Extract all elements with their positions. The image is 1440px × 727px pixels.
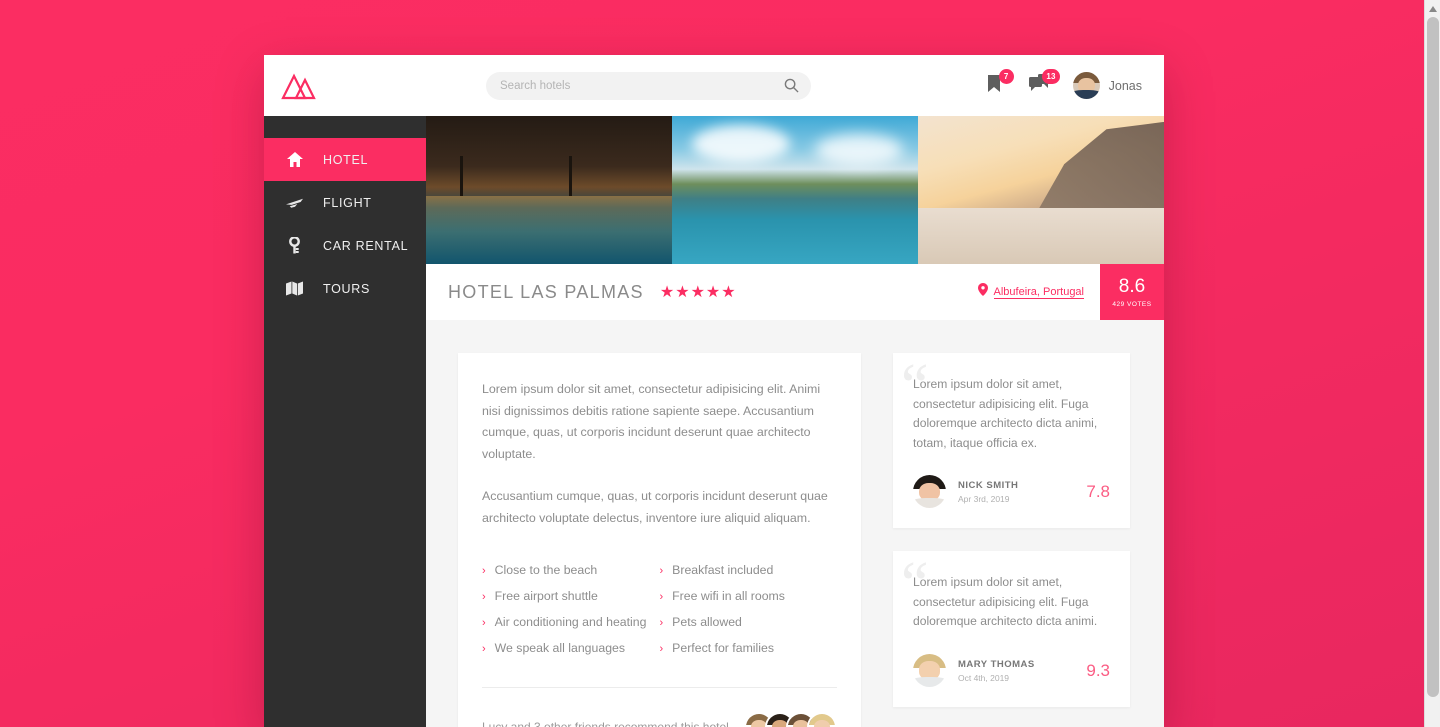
location-link[interactable]: Albufeira, Portugal (993, 286, 1084, 299)
feature-item: › Pets allowed (660, 609, 838, 635)
divider (482, 687, 837, 689)
content-grid: Lorem ipsum dolor sit amet, consectetur … (426, 320, 1164, 727)
sidebar-item-label: HOTEL (323, 152, 369, 167)
bookmark-badge: 7 (998, 68, 1014, 84)
score-votes: 429 VOTES (1112, 300, 1152, 308)
chevron-right-icon: › (482, 565, 486, 578)
review-author: NICK SMITH (958, 479, 1019, 491)
sidebar-item-label: TOURS (323, 281, 371, 296)
user-name: Jonas (1108, 78, 1142, 93)
messages-button[interactable]: 13 (1027, 68, 1060, 99)
description-column: Lorem ipsum dolor sit amet, consectetur … (458, 353, 861, 727)
home-icon (286, 152, 303, 167)
avatar (1072, 72, 1100, 99)
feature-item: › Perfect for families (660, 635, 838, 661)
review-footer: NICK SMITH Apr 3rd, 2019 7.8 (913, 475, 1110, 509)
review-meta: MARY THOMAS Oct 4th, 2019 (958, 659, 1035, 683)
review-footer: MARY THOMAS Oct 4th, 2019 9.3 (913, 654, 1110, 688)
scrollbar-thumb[interactable] (1427, 17, 1439, 697)
chevron-right-icon: › (659, 565, 664, 578)
chevron-right-icon: › (659, 617, 664, 630)
browser-scrollbar[interactable] (1424, 0, 1440, 727)
sidebar-item-label: FLIGHT (323, 195, 372, 210)
hotel-title-bar: HOTEL LAS PALMAS ★★★★★ Albufeira, Portug… (426, 264, 1164, 320)
review-author: MARY THOMAS (958, 658, 1035, 670)
search-icon[interactable] (784, 78, 799, 98)
sidebar-item-hotel[interactable]: HOTEL (264, 138, 426, 181)
feature-item: › Close to the beach (482, 557, 660, 583)
feature-item: › Breakfast included (660, 557, 838, 583)
search-area (426, 71, 981, 100)
messages-badge: 13 (1042, 68, 1060, 84)
review-text: Lorem ipsum dolor sit amet, consectetur … (913, 377, 1098, 450)
review-date: Apr 3rd, 2019 (958, 493, 1010, 504)
review-score: 7.8 (1086, 481, 1110, 501)
score-value: 8.6 (1118, 275, 1146, 297)
chevron-right-icon: › (482, 591, 486, 604)
feature-label: Pets allowed (672, 615, 742, 630)
avatar[interactable] (807, 712, 837, 727)
feature-label: Free airport shuttle (494, 589, 598, 604)
chevron-right-icon: › (659, 643, 664, 656)
friends-recommend-row: Lucy and 3 other friends recommend this … (482, 712, 837, 727)
map-icon (286, 281, 303, 296)
chevron-right-icon: › (482, 617, 486, 630)
key-icon (286, 237, 303, 254)
main-content: HOTEL LAS PALMAS ★★★★★ Albufeira, Portug… (426, 116, 1164, 727)
avatar (913, 475, 946, 509)
avatar (913, 654, 946, 688)
feature-label: Perfect for families (672, 641, 774, 656)
reviews-column: “ Lorem ipsum dolor sit amet, consectetu… (893, 353, 1130, 727)
feature-item: › Free wifi in all rooms (660, 583, 838, 609)
chevron-right-icon: › (482, 643, 486, 656)
hotel-score-badge: 8.6 429 VOTES (1100, 264, 1164, 320)
feature-label: Air conditioning and heating (494, 615, 647, 630)
page-title: HOTEL LAS PALMAS (448, 281, 644, 302)
friends-avatars (744, 712, 837, 727)
app-body: HOTEL FLIGHT CAR RENTAL TOURS HOTEL LAS … (264, 116, 1164, 727)
description-paragraph-1: Lorem ipsum dolor sit amet, consectetur … (482, 382, 821, 462)
sidebar-item-label: CAR RENTAL (323, 238, 409, 253)
feature-item: › Free airport shuttle (482, 583, 660, 609)
review-card: “ Lorem ipsum dolor sit amet, consectetu… (893, 551, 1130, 708)
features-list: › Close to the beach › Breakfast include… (482, 557, 837, 661)
review-meta: NICK SMITH Apr 3rd, 2019 (958, 480, 1018, 504)
sidebar-item-car-rental[interactable]: CAR RENTAL (264, 224, 426, 267)
mountain-logo-icon (280, 70, 320, 102)
search-input[interactable] (500, 79, 797, 92)
friends-text: Lucy and 3 other friends recommend this … (482, 720, 732, 727)
feature-item: › We speak all languages (482, 635, 660, 661)
review-score: 9.3 (1086, 660, 1110, 680)
star-rating: ★★★★★ (659, 284, 737, 301)
feature-label: Close to the beach (494, 563, 598, 578)
header-actions: 7 13 Jonas (981, 68, 1164, 99)
chevron-right-icon: › (659, 591, 664, 604)
gallery-image-sunset-terrace[interactable] (918, 116, 1164, 264)
gallery-image-day-pool[interactable] (672, 116, 918, 264)
app-header: 7 13 Jonas (264, 55, 1164, 116)
brand-logo[interactable] (264, 70, 426, 102)
user-menu[interactable]: Jonas (1072, 72, 1142, 99)
scroll-up-arrow-icon[interactable] (1425, 0, 1440, 17)
app-window: 7 13 Jonas (264, 55, 1164, 727)
bookmark-button[interactable]: 7 (981, 68, 1014, 99)
review-date: Oct 4th, 2019 (958, 672, 1010, 683)
feature-label: We speak all languages (494, 641, 626, 656)
sidebar-item-tours[interactable]: TOURS (264, 267, 426, 310)
description-card: Lorem ipsum dolor sit amet, consectetur … (458, 353, 861, 727)
description-paragraph-2: Accusantium cumque, quas, ut corporis in… (482, 488, 828, 525)
feature-label: Breakfast included (672, 563, 774, 578)
sidebar-item-flight[interactable]: FLIGHT (264, 181, 426, 224)
review-text: Lorem ipsum dolor sit amet, consectetur … (913, 575, 1098, 629)
plane-icon (286, 196, 303, 210)
review-card: “ Lorem ipsum dolor sit amet, consectetu… (893, 353, 1130, 529)
sidebar-nav: HOTEL FLIGHT CAR RENTAL TOURS (264, 116, 426, 727)
hotel-gallery (426, 116, 1164, 264)
feature-item: › Air conditioning and heating (482, 609, 660, 635)
gallery-image-night-pool[interactable] (426, 116, 672, 264)
map-pin-icon (977, 283, 988, 301)
feature-label: Free wifi in all rooms (672, 589, 785, 604)
search-bar[interactable] (486, 71, 811, 100)
